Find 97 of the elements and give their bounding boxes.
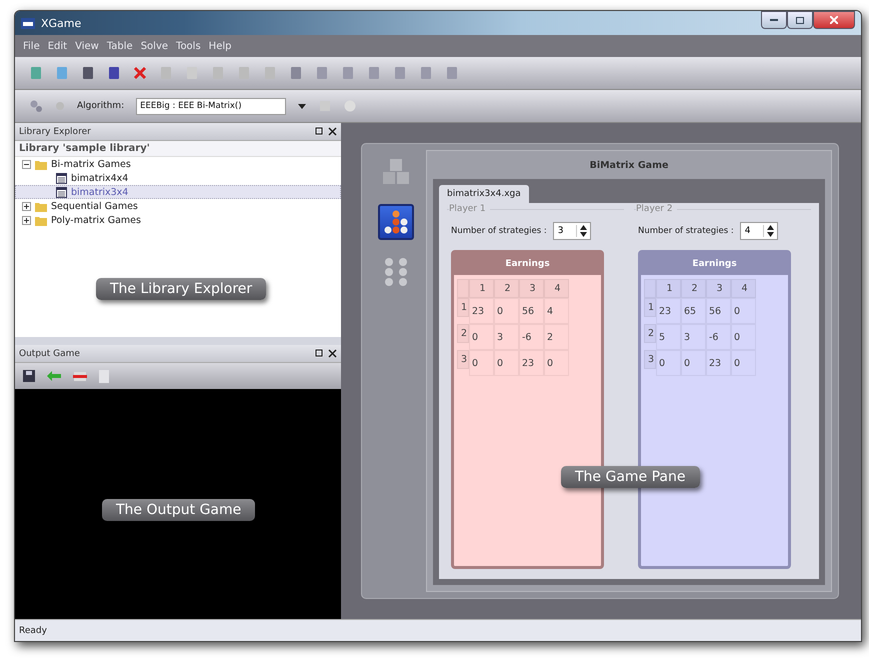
library-title: Library 'sample library' <box>15 141 341 157</box>
callout-label: The Output Game <box>102 499 256 521</box>
file-tab[interactable]: bimatrix3x4.xga <box>439 185 529 203</box>
dots-icon <box>383 209 409 235</box>
export-icon[interactable] <box>73 370 87 382</box>
callout-label: The Game Pane <box>561 466 700 488</box>
menu-item[interactable]: Tools <box>172 40 205 52</box>
panel-title: Output Game <box>19 348 80 358</box>
menu-item[interactable]: File <box>19 40 44 52</box>
tree-item[interactable]: bimatrix3x4 <box>15 185 341 199</box>
tree-item[interactable]: Poly-matrix Games <box>15 213 341 227</box>
app-icon <box>21 18 35 28</box>
row-header: 3 <box>644 350 656 369</box>
table-cell[interactable]: 0 <box>469 324 494 350</box>
close-icon[interactable] <box>315 349 337 358</box>
cubes-icon <box>381 157 411 187</box>
earnings-title: Earnings <box>641 253 788 275</box>
table-cell[interactable]: 23 <box>656 298 681 324</box>
table-cell[interactable]: 56 <box>706 298 731 324</box>
row-header: 3 <box>457 350 469 369</box>
table-cell[interactable]: 0 <box>494 298 519 324</box>
callout-label: The Library Explorer <box>96 278 266 300</box>
table-cell[interactable]: 0 <box>731 324 756 350</box>
table-cell[interactable]: 0 <box>656 350 681 376</box>
table-cell[interactable]: 0 <box>681 350 706 376</box>
strategies-spinbox[interactable]: 4 <box>740 222 778 240</box>
delete-icon[interactable] <box>133 66 147 80</box>
column-header: 1 <box>656 279 681 298</box>
expand-icon[interactable] <box>22 202 31 210</box>
column-header: 4 <box>731 279 756 298</box>
maximize-icon <box>796 16 804 24</box>
column-header: 3 <box>706 279 731 298</box>
field-label: Number of strategies : <box>638 226 734 236</box>
corner-cell <box>644 279 656 298</box>
dropdown-icon[interactable] <box>298 104 306 108</box>
column-header: 4 <box>544 279 569 298</box>
table-cell[interactable]: 0 <box>731 298 756 324</box>
table-cell[interactable]: -6 <box>706 324 731 350</box>
tree-item[interactable]: Bi-matrix Games <box>15 157 341 171</box>
menu-item[interactable]: Edit <box>44 40 72 52</box>
earnings-title: Earnings <box>454 253 601 275</box>
table-cell[interactable]: 56 <box>519 298 544 324</box>
close-button[interactable] <box>813 11 855 29</box>
group-label: Player 2 <box>636 204 677 214</box>
column-header: 2 <box>494 279 519 298</box>
table-cell[interactable]: 0 <box>731 350 756 376</box>
spin-up-icon[interactable] <box>766 225 774 230</box>
minimize-button[interactable] <box>761 11 787 29</box>
spin-down-icon[interactable] <box>580 232 587 237</box>
collapse-icon[interactable] <box>22 160 31 168</box>
panel-title: BiMatrix Game <box>588 158 670 172</box>
dots-icon <box>383 257 409 287</box>
table-cell[interactable]: 0 <box>469 350 494 376</box>
table-cell[interactable]: 4 <box>544 298 569 324</box>
menu-item[interactable]: View <box>71 40 103 52</box>
tree-item[interactable]: Sequential Games <box>15 199 341 213</box>
status-text: Ready <box>19 626 47 636</box>
panel-title: Library Explorer <box>19 126 91 136</box>
row-header: 2 <box>457 324 469 343</box>
spin-up-icon[interactable] <box>580 225 587 230</box>
menu-item[interactable]: Table <box>102 40 137 52</box>
group-label: Player 1 <box>449 204 490 214</box>
tree-item[interactable]: bimatrix4x4 <box>15 171 341 185</box>
field-label: Number of strategies : <box>451 226 547 236</box>
column-header: 1 <box>469 279 494 298</box>
import-icon[interactable] <box>47 371 61 381</box>
view-button[interactable] <box>378 204 414 240</box>
window-title: XGame <box>41 16 82 30</box>
row-header: 1 <box>457 298 469 317</box>
close-icon[interactable] <box>315 127 337 136</box>
menu-item[interactable]: Help <box>204 40 236 52</box>
table-cell[interactable]: 23 <box>519 350 544 376</box>
algorithm-dropdown[interactable]: EEEBig : EEE Bi-Matrix() <box>136 98 286 114</box>
algorithm-label: Algorithm: <box>77 101 124 111</box>
table-cell[interactable]: -6 <box>519 324 544 350</box>
column-header: 3 <box>519 279 544 298</box>
menu-item[interactable]: Solve <box>136 40 172 52</box>
folder-icon <box>35 214 47 226</box>
table-cell[interactable]: 3 <box>494 324 519 350</box>
column-header: 2 <box>681 279 706 298</box>
table-cell[interactable]: 2 <box>544 324 569 350</box>
table-cell[interactable]: 65 <box>681 298 706 324</box>
strategies-spinbox[interactable]: 3 <box>552 222 591 240</box>
table-cell[interactable]: 3 <box>681 324 706 350</box>
row-header: 2 <box>644 324 656 343</box>
minimize-icon <box>770 18 778 22</box>
maximize-button[interactable] <box>787 11 813 29</box>
spin-down-icon[interactable] <box>766 232 774 237</box>
table-cell[interactable]: 0 <box>494 350 519 376</box>
table-cell[interactable]: 23 <box>706 350 731 376</box>
expand-icon[interactable] <box>22 216 31 224</box>
table-cell[interactable]: 5 <box>656 324 681 350</box>
table-cell[interactable]: 23 <box>469 298 494 324</box>
close-icon <box>830 16 838 24</box>
corner-cell <box>457 279 469 298</box>
table-cell[interactable]: 0 <box>544 350 569 376</box>
row-header: 1 <box>644 298 656 317</box>
